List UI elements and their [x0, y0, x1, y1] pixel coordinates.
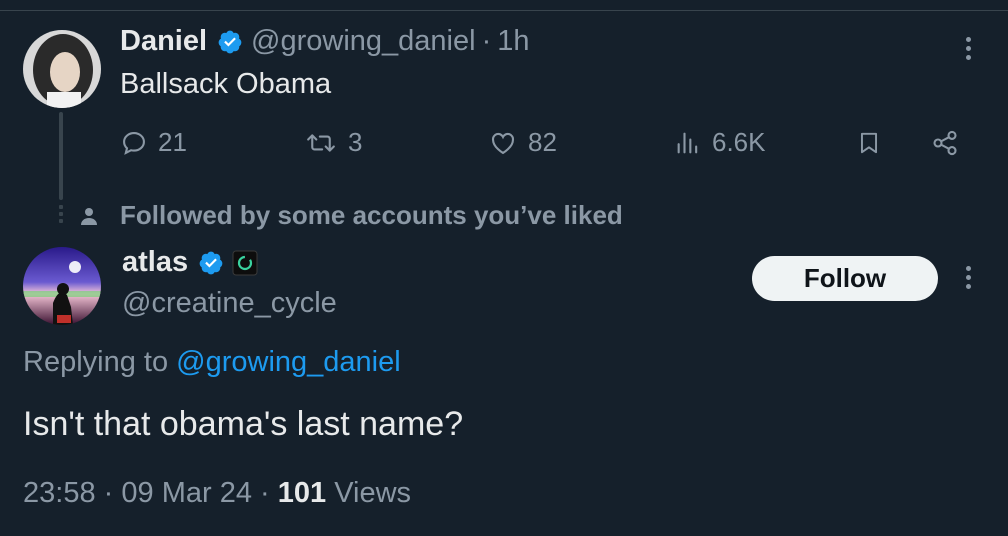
parent-tweet-header: Daniel @growing_daniel · 1h — [120, 25, 530, 58]
follow-button[interactable]: Follow — [752, 256, 938, 301]
views-button[interactable]: 6.6K — [674, 127, 766, 158]
reply-icon — [123, 131, 145, 155]
header-separator: · — [481, 25, 492, 57]
parent-display-name[interactable]: Daniel — [120, 25, 207, 58]
retweet-icon — [307, 133, 335, 152]
views-icon — [677, 132, 698, 153]
retweet-button[interactable]: 3 — [304, 127, 362, 158]
share-button[interactable] — [930, 129, 960, 157]
reply-button[interactable]: 21 — [120, 127, 187, 158]
parent-action-bar: 21 3 82 6.6K — [120, 125, 970, 165]
tweet-views-label: Views — [334, 477, 412, 509]
replying-to: Replying to @growing_daniel — [23, 346, 401, 379]
verified-badge-icon — [217, 29, 243, 55]
reply-tweet-header: atlas — [122, 246, 258, 279]
reply-handle[interactable]: @creatine_cycle — [122, 287, 337, 320]
reply-more-icon[interactable] — [965, 266, 973, 293]
tweet-time[interactable]: 23:58 — [23, 477, 96, 509]
tweet-views-count[interactable]: 101 — [278, 477, 326, 509]
replying-mention-link[interactable]: @growing_daniel — [176, 346, 401, 378]
parent-handle[interactable]: @growing_daniel — [251, 25, 476, 58]
share-icon — [933, 130, 957, 156]
top-divider — [0, 10, 1008, 11]
tweet-meta: 23:58 · 09 Mar 24 · 101 Views — [23, 477, 411, 510]
tweet-date[interactable]: 09 Mar 24 — [121, 477, 252, 509]
parent-tweet-text: Ballsack Obama — [120, 68, 332, 100]
verified-badge-icon — [198, 250, 224, 276]
social-context-text: Followed by some accounts you’ve liked — [120, 200, 623, 230]
reply-count: 21 — [158, 127, 187, 157]
parent-timestamp[interactable]: 1h — [497, 25, 529, 58]
bookmark-button[interactable] — [856, 129, 882, 157]
meta-separator: · — [103, 477, 114, 509]
parent-more-icon[interactable] — [965, 37, 973, 64]
views-count: 6.6K — [712, 127, 766, 157]
meta-separator: · — [260, 477, 270, 509]
thread-dotted-connector — [59, 205, 63, 227]
like-count: 82 — [528, 127, 557, 157]
like-icon — [492, 132, 514, 154]
affiliate-badge-icon[interactable] — [232, 250, 258, 276]
replying-prefix: Replying to — [23, 346, 169, 378]
retweet-count: 3 — [348, 127, 363, 157]
like-button[interactable]: 82 — [488, 127, 557, 158]
person-icon — [81, 207, 97, 225]
bookmark-icon — [860, 132, 878, 154]
thread-connector — [59, 112, 63, 200]
reply-display-name[interactable]: atlas — [122, 246, 188, 279]
reply-tweet-text: Isn't that obama's last name? — [23, 405, 464, 443]
avatar-daniel[interactable] — [23, 30, 101, 108]
social-context: Followed by some accounts you’ve liked — [80, 200, 623, 231]
avatar-atlas[interactable] — [23, 247, 101, 325]
